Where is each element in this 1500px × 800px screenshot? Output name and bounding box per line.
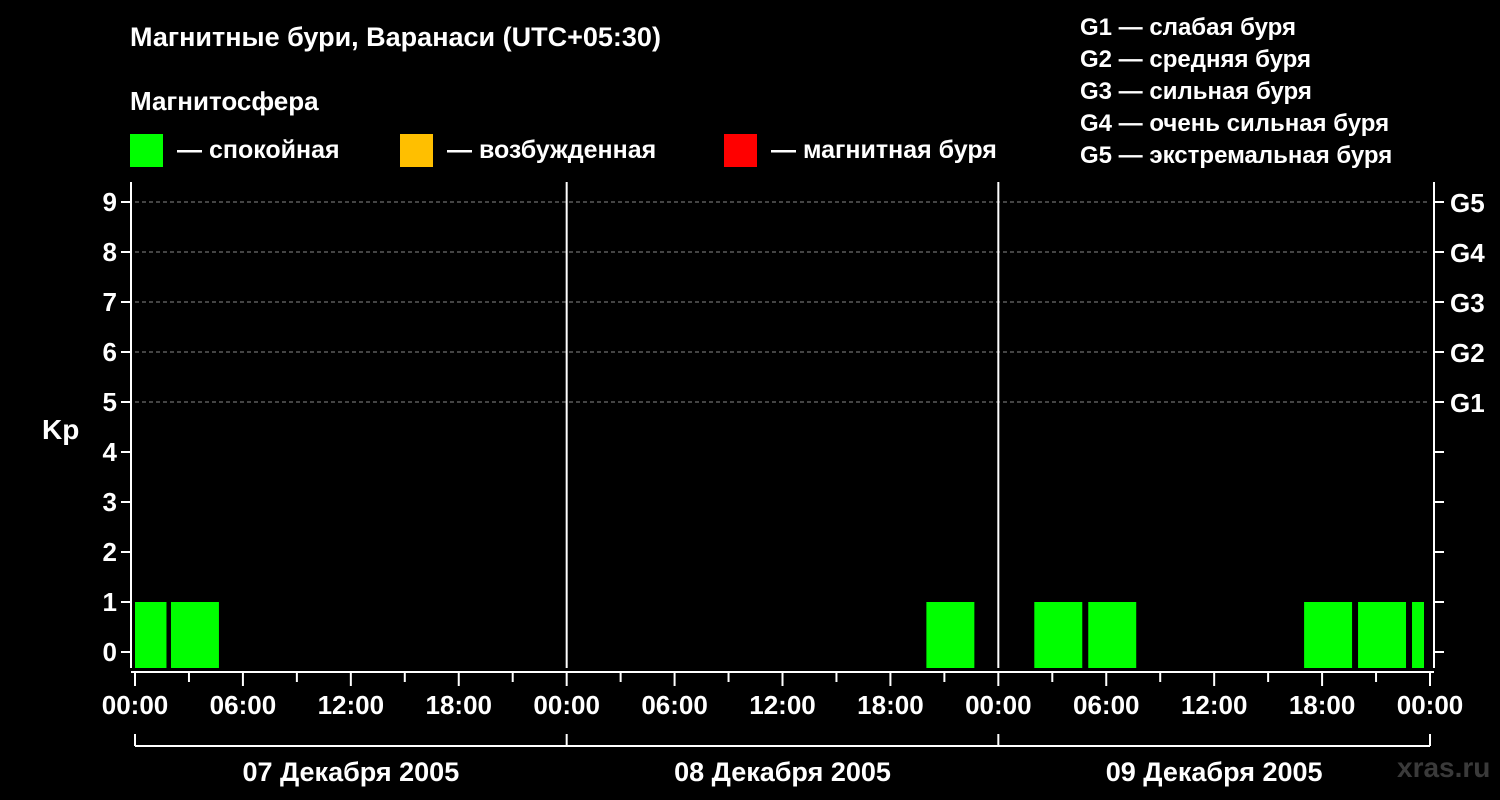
date-label-2: 09 Декабря 2005 [1106,757,1323,787]
kp-bar-0 [135,602,167,668]
kp-bar-1 [170,602,219,668]
x-tick-label-2: 12:00 [318,690,385,720]
g-level-label-g2: G2 [1450,338,1485,368]
g-level-label-g3: G3 [1450,288,1485,318]
kp-bar-4 [1088,602,1137,668]
x-tick-label-1: 06:00 [210,690,277,720]
x-tick-label-4: 00:00 [533,690,600,720]
x-tick-label-0: 00:00 [102,690,169,720]
x-tick-label-8: 00:00 [965,690,1032,720]
x-tick-label-5: 06:00 [641,690,708,720]
y-tick-label-6: 6 [103,337,117,367]
y-axis-label: Kp [42,414,79,445]
x-tick-label-3: 18:00 [426,690,493,720]
y-tick-label-7: 7 [103,287,117,317]
kp-bar-2 [926,602,975,668]
y-tick-label-0: 0 [103,637,117,667]
watermark: xras.ru [1397,752,1491,783]
date-label-1: 08 Декабря 2005 [674,757,891,787]
date-label-0: 07 Декабря 2005 [242,757,459,787]
kp-bar-5 [1304,602,1353,668]
kp-bar-3 [1034,602,1083,668]
g-level-label-g1: G1 [1450,388,1485,418]
g-level-label-g5: G5 [1450,188,1485,218]
y-tick-label-5: 5 [103,387,117,417]
g-level-label-g4: G4 [1450,238,1485,268]
x-tick-label-11: 18:00 [1289,690,1356,720]
kp-bar-6 [1358,602,1407,668]
x-tick-label-12: 00:00 [1397,690,1464,720]
x-tick-label-6: 12:00 [749,690,816,720]
x-tick-label-7: 18:00 [857,690,924,720]
y-tick-label-4: 4 [103,437,118,467]
y-tick-label-2: 2 [103,537,117,567]
y-tick-label-1: 1 [103,587,117,617]
y-tick-label-9: 9 [103,187,117,217]
x-tick-label-10: 12:00 [1181,690,1248,720]
y-tick-label-3: 3 [103,487,117,517]
x-tick-label-9: 06:00 [1073,690,1140,720]
y-tick-label-8: 8 [103,237,117,267]
kp-bar-7 [1412,602,1425,668]
kp-chart: 0 1 2 3 4 5 6 7 8 9 G1 G2 G3 G4 G5 Kp 00:00 06:00 12:00 18:… [42,182,1485,787]
